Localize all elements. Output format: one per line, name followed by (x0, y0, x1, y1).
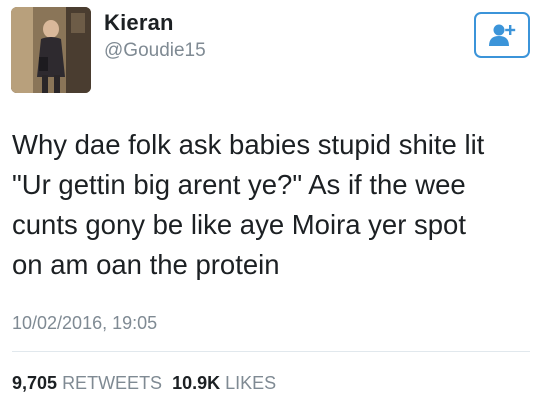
add-user-icon (489, 24, 516, 46)
follow-button[interactable] (474, 12, 530, 58)
avatar[interactable] (11, 7, 91, 93)
avatar-photo (11, 7, 91, 93)
retweets-stat[interactable]: 9,705 RETWEETS (12, 373, 162, 393)
tweet-text: Why dae folk ask babies stupid shite lit… (12, 129, 485, 280)
retweets-label: RETWEETS (62, 373, 163, 393)
display-name[interactable]: Kieran (104, 10, 174, 36)
likes-label: LIKES (225, 373, 277, 393)
tweet-timestamp[interactable]: 10/02/2016, 19:05 (12, 313, 157, 334)
retweets-count: 9,705 (12, 373, 58, 393)
divider (12, 351, 530, 352)
user-handle[interactable]: @Goudie15 (104, 40, 206, 62)
likes-count: 10.9K (172, 373, 221, 393)
likes-stat[interactable]: 10.9K LIKES (172, 373, 276, 393)
tweet-stats: 9,705 RETWEETS 10.9K LIKES (12, 373, 276, 394)
